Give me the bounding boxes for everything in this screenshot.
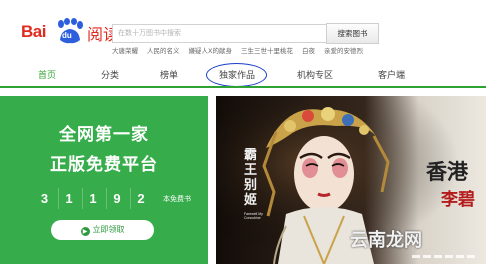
carousel-dot[interactable] (445, 255, 453, 258)
free-books-promo: 全网第一家 正版免费平台 3 1 1 9 2 本免费书 ▶ 立即领取 (0, 96, 208, 264)
carousel-dot[interactable] (467, 255, 475, 258)
watermark-text: 云南龙网 (350, 230, 422, 251)
poster-text-name: 李碧 (441, 190, 475, 210)
promo-subheadline: 正版免费平台 (50, 155, 158, 175)
carousel-dot[interactable] (434, 255, 442, 258)
featured-banner[interactable]: 霸王别姬 Farewell My Concubine 香港 李碧 云南龙网 (216, 96, 486, 264)
logo-badge-text: du (62, 31, 72, 40)
exclusive-tab-highlight-ring (206, 63, 267, 87)
claim-now-label: 立即领取 (92, 225, 125, 234)
poster-text-hongkong: 香港 (426, 159, 468, 184)
promo-headline: 全网第一家 (59, 125, 149, 145)
counter-digit: 1 (58, 188, 79, 209)
nav-tab-institutions[interactable]: 机构专区 (297, 70, 333, 82)
hot-word-link[interactable]: 人民的名义 (147, 46, 180, 56)
poster-title: 霸王别姬 (244, 148, 258, 208)
counter-digit: 3 (40, 191, 49, 206)
carousel-dot[interactable] (412, 255, 420, 258)
carousel-dot[interactable] (423, 255, 431, 258)
search-input[interactable]: 在数十万图书中搜索 (112, 24, 326, 43)
logo-brand-text: Bai (21, 22, 46, 41)
claim-now-button[interactable]: ▶ 立即领取 (51, 220, 154, 240)
poster-subtitle: Farewell My Concubine (244, 212, 263, 220)
carousel-indicators[interactable] (412, 255, 486, 261)
hot-word-link[interactable]: 嫌疑人X的献身 (189, 46, 232, 56)
counter-digit: 2 (130, 188, 151, 209)
nav-tab-categories[interactable]: 分类 (101, 70, 119, 82)
carousel-dot[interactable] (456, 255, 464, 258)
nav-underline (0, 86, 486, 88)
hot-word-link[interactable]: 三生三世十里桃花 (241, 46, 293, 56)
hot-word-link[interactable]: 大唐荣耀 (112, 46, 138, 56)
hot-word-link[interactable]: 亲爱的安德烈 (324, 46, 363, 56)
nav-tab-home[interactable]: 首页 (38, 70, 56, 82)
baidu-yuedu-logo[interactable]: Bai du 阅读 (21, 16, 119, 46)
nav-tab-rankings[interactable]: 榜单 (160, 70, 178, 82)
counter-unit: 本免费书 (163, 195, 191, 203)
search-button[interactable]: 搜索图书 (326, 23, 379, 44)
counter-digit: 9 (106, 188, 127, 209)
free-book-counter: 3 1 1 9 2 (34, 188, 154, 209)
counter-digit: 1 (82, 188, 103, 209)
hot-words: 大唐荣耀 人民的名义 嫌疑人X的献身 三生三世十里桃花 白夜 亲爱的安德烈 (112, 46, 372, 56)
hot-word-link[interactable]: 白夜 (302, 46, 315, 56)
nav-tab-client[interactable]: 客户端 (378, 70, 405, 82)
play-icon: ▶ (80, 227, 90, 236)
